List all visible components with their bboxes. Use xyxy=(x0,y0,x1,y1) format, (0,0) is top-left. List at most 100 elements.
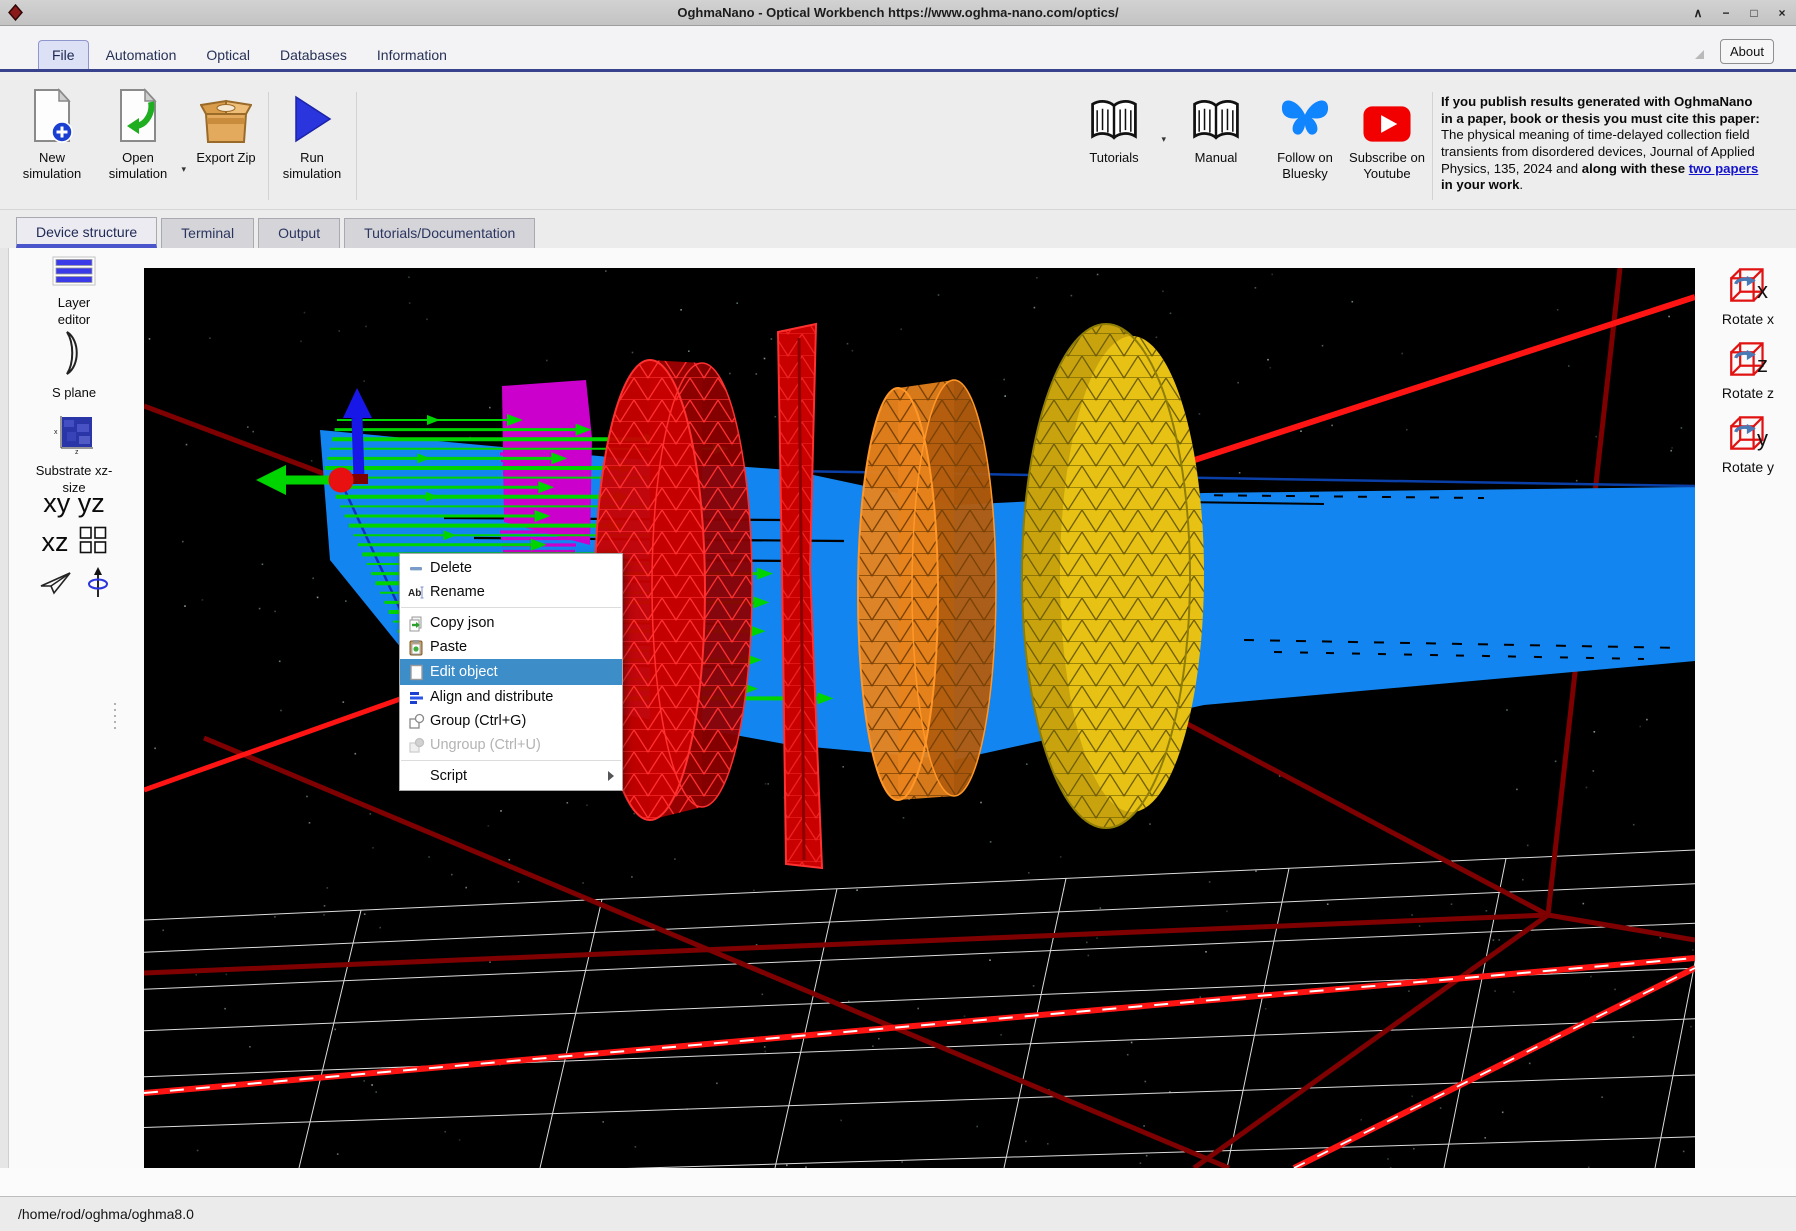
rotate-z-button[interactable]: z Rotate z xyxy=(1705,340,1791,414)
rename-icon: Ab xyxy=(408,584,430,601)
application-window: OghmaNano - Optical Workbench https://ww… xyxy=(0,0,1796,1231)
context-menu-item-delete[interactable]: Delete xyxy=(400,556,622,580)
menu-tab-automation[interactable]: Automation xyxy=(93,41,190,69)
menu-item-label: Script xyxy=(430,768,467,784)
shade-window-icon[interactable]: ∧ xyxy=(1690,5,1706,21)
manual-button[interactable]: Manual xyxy=(1176,86,1256,198)
layer-editor-icon xyxy=(52,256,96,291)
ungroup-icon xyxy=(408,737,430,754)
open-document-icon xyxy=(115,86,161,144)
window-controls: ∧−□ × xyxy=(1690,0,1790,26)
3d-viewport[interactable] xyxy=(144,268,1695,1168)
layer-editor-label: Layer editor xyxy=(44,295,104,329)
export-box-icon xyxy=(200,86,252,144)
bluesky-button[interactable]: Follow on Bluesky xyxy=(1262,86,1348,198)
view-xz-label: xz xyxy=(42,527,69,558)
rotate-panel: xRotate x z Rotate z y Rotate y xyxy=(1705,266,1791,488)
menu-item-label: Align and distribute xyxy=(430,689,553,705)
group-icon xyxy=(408,713,430,730)
submenu-arrow-icon xyxy=(608,771,614,781)
tab-tutorials-documentation[interactable]: Tutorials/Documentation xyxy=(344,218,535,248)
export-zip-button[interactable]: Export Zip xyxy=(186,86,266,198)
tutorials-button[interactable]: Tutorials ▾ xyxy=(1074,86,1154,198)
none-icon xyxy=(408,768,430,785)
window-title: OghmaNano - Optical Workbench https://ww… xyxy=(0,5,1796,20)
maximize-window-icon[interactable]: □ xyxy=(1746,5,1762,21)
device-structure-page: Layer editor S plane xyxy=(0,248,1796,1196)
window-titlebar: OghmaNano - Optical Workbench https://ww… xyxy=(0,0,1796,26)
context-menu-item-edit-object[interactable]: Edit object xyxy=(400,659,622,685)
run-simulation-button[interactable]: Run simulation xyxy=(272,86,352,198)
menu-separator xyxy=(401,760,621,761)
panel-splitter-handle[interactable] xyxy=(114,703,116,729)
ribbon-collapse-icon[interactable] xyxy=(1695,50,1704,59)
edit-icon xyxy=(408,664,430,681)
bluesky-icon xyxy=(1277,86,1333,144)
tutorials-label: Tutorials xyxy=(1089,150,1138,166)
citation-bold-1: If you publish results generated with Og… xyxy=(1441,94,1760,126)
bottom-strip xyxy=(0,1168,1796,1196)
paste-icon xyxy=(408,639,430,656)
view-xy-yz-button[interactable]: xy yz xyxy=(10,488,138,519)
menu-tab-optical[interactable]: Optical xyxy=(193,41,263,69)
menu-separator xyxy=(401,607,621,608)
substrate-icon: x z xyxy=(53,414,95,459)
rotate-x-button[interactable]: xRotate x xyxy=(1705,266,1791,340)
citation-bold-2: along with these xyxy=(1582,161,1689,176)
tab-output[interactable]: Output xyxy=(258,218,340,248)
s-plane-button[interactable]: S plane xyxy=(10,330,138,402)
lens-orange xyxy=(854,376,1000,800)
bluesky-label: Follow on Bluesky xyxy=(1262,150,1348,183)
about-button[interactable]: About xyxy=(1720,39,1774,64)
layer-editor-button[interactable]: Layer editor xyxy=(10,256,138,329)
menu-item-label: Paste xyxy=(430,639,467,655)
ribbon-toolbar: New simulation Open simulation ▾ xyxy=(0,72,1796,210)
context-menu-item-copy-json[interactable]: Copy json xyxy=(400,611,622,635)
substrate-xz-size-button[interactable]: x z Substrate xz-size xyxy=(10,414,138,497)
context-menu-item-paste[interactable]: Paste xyxy=(400,635,622,659)
toolbar-separator xyxy=(268,92,269,200)
tab-device-structure[interactable]: Device structure xyxy=(16,217,157,248)
view-xy-yz-label: xy yz xyxy=(43,488,105,519)
status-bar: /home/rod/oghma/oghma8.0 xyxy=(0,1196,1796,1231)
menu-item-label: Edit object xyxy=(430,664,498,680)
tab-terminal[interactable]: Terminal xyxy=(161,218,254,248)
two-papers-link[interactable]: two papers xyxy=(1689,161,1759,176)
rotate-x-label: Rotate x xyxy=(1719,311,1777,329)
menu-tab-file[interactable]: File xyxy=(38,40,89,69)
youtube-button[interactable]: Subscribe on Youtube xyxy=(1344,86,1430,198)
minimize-window-icon[interactable]: − xyxy=(1718,5,1734,21)
toolbar-separator xyxy=(1432,92,1433,200)
copy-icon xyxy=(408,615,430,632)
rotate-z-label: Rotate z xyxy=(1719,385,1777,403)
tutorials-dropdown-icon[interactable]: ▾ xyxy=(1161,134,1166,145)
s-plane-icon xyxy=(58,330,90,381)
view-xz-button[interactable]: xz xyxy=(10,526,138,559)
menu-tab-databases[interactable]: Databases xyxy=(267,41,360,69)
context-menu-item-align-and-distribute[interactable]: Align and distribute xyxy=(400,685,622,709)
rotate-y-label: Rotate y xyxy=(1719,459,1777,477)
open-simulation-button[interactable]: Open simulation ▾ xyxy=(98,86,178,198)
axis-letter: y xyxy=(1757,426,1768,452)
book-icon xyxy=(1088,86,1140,144)
run-play-icon xyxy=(290,86,334,144)
axis-letter: z xyxy=(1757,352,1768,378)
run-simulation-label: Run simulation xyxy=(272,150,352,183)
toolbar-separator xyxy=(356,92,357,200)
context-menu-item-ungroup-ctrl-u: Ungroup (Ctrl+U) xyxy=(400,733,622,757)
left-rail xyxy=(0,248,9,1196)
context-menu-item-script[interactable]: Script xyxy=(400,764,622,788)
align-icon xyxy=(408,689,430,706)
menu-item-label: Group (Ctrl+G) xyxy=(430,713,526,729)
new-simulation-button[interactable]: New simulation xyxy=(12,86,92,198)
menu-item-label: Copy json xyxy=(430,615,494,631)
close-window-icon[interactable]: × xyxy=(1774,5,1790,21)
rotate-axis-icon[interactable] xyxy=(87,566,109,605)
menu-tab-information[interactable]: Information xyxy=(364,41,460,69)
working-directory-path: /home/rod/oghma/oghma8.0 xyxy=(18,1206,194,1222)
context-menu-item-rename[interactable]: AbRename xyxy=(400,580,622,604)
context-menu-item-group-ctrl-g[interactable]: Group (Ctrl+G) xyxy=(400,709,622,733)
rotate-y-button[interactable]: y Rotate y xyxy=(1705,414,1791,488)
fly-camera-icon[interactable] xyxy=(39,570,73,601)
app-icon xyxy=(7,4,24,26)
